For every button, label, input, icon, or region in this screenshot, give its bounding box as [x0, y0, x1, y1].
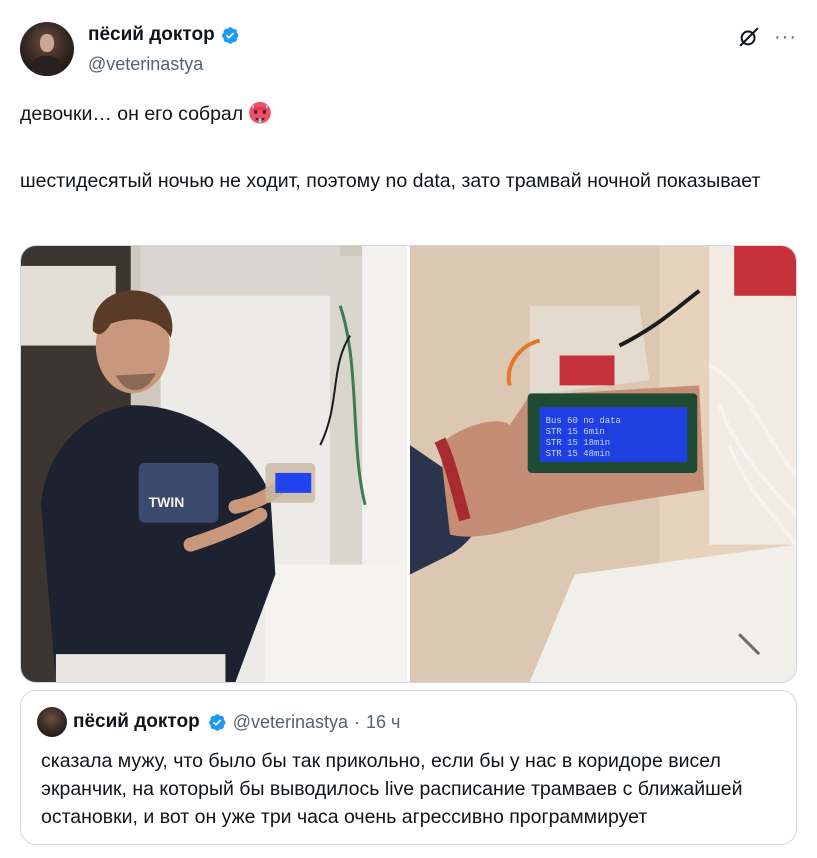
more-icon[interactable]: ···: [774, 27, 797, 47]
tweet-text-line-2: шестидесятый ночью не ходит, поэтому no …: [20, 170, 761, 192]
quoted-author-handle: @veterinastya: [232, 711, 349, 732]
man-holding-lcd-device-photo[interactable]: TWIN: [21, 246, 407, 682]
avatar-body: [32, 56, 62, 76]
quoted-tweet-text: сказала мужу, что было бы так прикольно,…: [41, 750, 743, 828]
hot-face-emoji-icon: [249, 101, 271, 124]
quoted-tweet-card[interactable]: пёсий доктор @veterinastya · 16 ч сказал…: [20, 690, 797, 845]
quoted-verified-badge-icon: [208, 713, 226, 731]
quoted-timestamp: 16 ч: [366, 711, 401, 732]
verified-badge-icon: [221, 26, 239, 44]
tweet-text-first: девочки… он его собрал: [20, 103, 244, 125]
tweet-header: пёсий доктор @veterinastya ···: [20, 18, 797, 78]
avatar-face: [40, 34, 54, 52]
quoted-author-name: пёсий доктор: [73, 711, 200, 732]
author-name-row: пёсий доктор: [88, 24, 240, 46]
grok-icon[interactable]: [738, 26, 760, 48]
lcd-line-4: STR 15 48min: [546, 449, 611, 459]
hand-holding-lcd-device-photo[interactable]: Bus 60 no data STR 15 6min STR 15 18min …: [410, 246, 796, 682]
author-avatar[interactable]: [20, 22, 74, 76]
author-handle[interactable]: @veterinastya: [88, 54, 203, 75]
header-actions: ···: [738, 26, 797, 48]
tweet-text-line-1: девочки… он его собрал: [20, 99, 797, 129]
quoted-separator: ·: [354, 711, 361, 732]
tweet-media-grid: TWIN Bus 60 no data STR 15 6min STR 15 1…: [20, 245, 797, 683]
quoted-tweet-header: пёсий доктор @veterinastya · 16 ч: [37, 707, 400, 737]
author-display-name[interactable]: пёсий доктор: [88, 24, 215, 46]
quoted-author-avatar: [37, 707, 67, 737]
photo-1-illustration: TWIN: [21, 246, 407, 682]
lcd-line-1: Bus 60 no data: [546, 416, 622, 426]
lcd-line-3: STR 15 18min: [546, 438, 611, 448]
svg-text:TWIN: TWIN: [149, 494, 185, 510]
lcd-line-2: STR 15 6min: [546, 427, 605, 437]
photo-2-illustration: Bus 60 no data STR 15 6min STR 15 18min …: [410, 246, 796, 682]
